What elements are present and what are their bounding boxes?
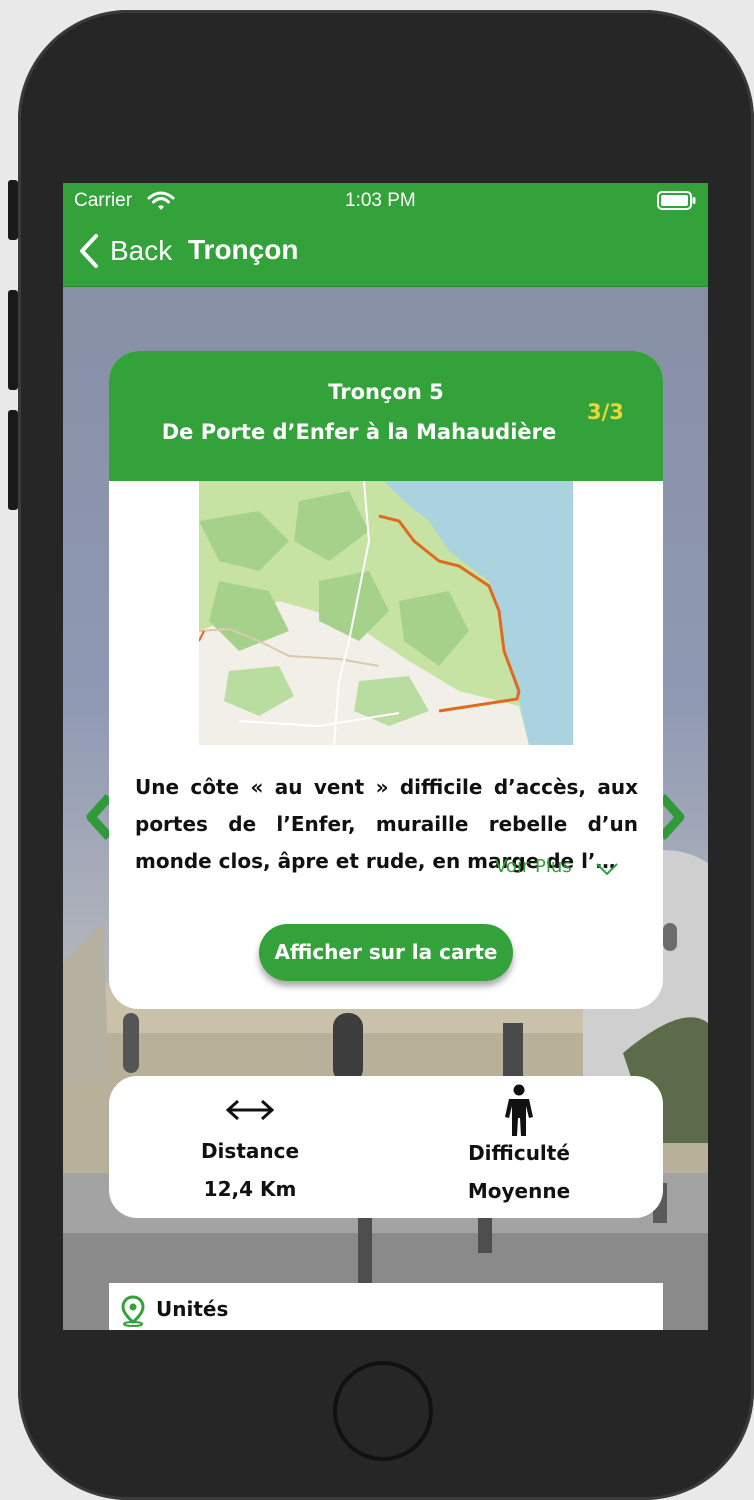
chevron-down-icon <box>596 863 618 876</box>
stats-panel: Distance 12,4 Km Difficulté Moyenne <box>109 1076 663 1218</box>
see-more-link[interactable]: Voir Plus <box>495 851 625 881</box>
section-subtitle: De Porte d’Enfer à la Mahaudière <box>161 420 557 444</box>
status-bar: Carrier 1:03 PM <box>63 183 708 219</box>
card-header: Tronçon 5 De Porte d’Enfer à la Mahaudiè… <box>109 351 663 481</box>
side-button <box>8 410 18 510</box>
section-card: Tronçon 5 De Porte d’Enfer à la Mahaudiè… <box>109 351 663 1009</box>
chevron-left-icon <box>80 234 98 268</box>
location-pin-icon <box>121 1295 145 1327</box>
back-button[interactable]: Back <box>75 231 179 271</box>
show-on-map-button[interactable]: Afficher sur la carte <box>259 924 513 981</box>
side-button <box>8 290 18 390</box>
difficulty-label: Difficulté <box>468 1141 570 1165</box>
route-map[interactable] <box>199 481 573 745</box>
section-title: Tronçon 5 <box>328 380 444 404</box>
page-title: Tronçon <box>188 234 299 265</box>
double-arrow-icon <box>225 1099 275 1121</box>
battery-icon <box>657 191 696 210</box>
page-indicator: 3/3 <box>587 400 624 424</box>
app-screen: Carrier 1:03 PM Back Tronçon Tronçon 5 D… <box>63 183 708 1330</box>
back-label: Back <box>110 235 173 266</box>
distance-value: 12,4 Km <box>203 1177 297 1201</box>
difficulty-value: Moyenne <box>467 1179 571 1203</box>
clock: 1:03 PM <box>345 190 416 211</box>
wifi-icon <box>147 191 175 210</box>
distance-label: Distance <box>200 1139 300 1163</box>
units-section[interactable]: Unités <box>109 1283 663 1330</box>
side-button <box>8 180 18 240</box>
home-button[interactable] <box>333 1361 433 1461</box>
navigation-bar: Back Tronçon <box>63 219 708 287</box>
units-label: Unités <box>156 1297 229 1321</box>
walker-icon <box>505 1084 533 1136</box>
carrier-label: Carrier <box>74 190 133 211</box>
see-more-label: Voir Plus <box>495 856 572 877</box>
